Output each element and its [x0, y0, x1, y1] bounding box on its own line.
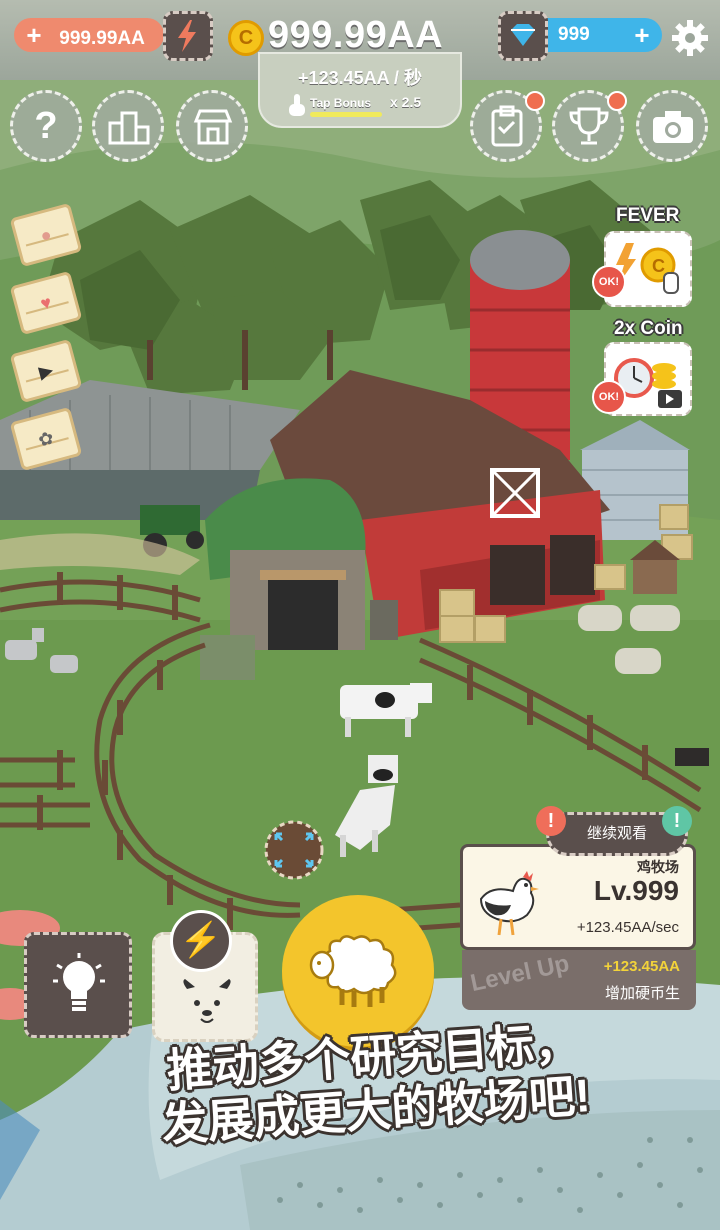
gem-box[interactable] — [498, 11, 548, 61]
gear-icon — [672, 20, 708, 56]
tap-sheep-button[interactable] — [282, 895, 434, 1047]
clipboard-icon — [491, 105, 523, 147]
tasks-notification-dot — [525, 91, 545, 111]
dog-face-icon — [183, 979, 231, 1023]
chicken-ranch-card[interactable]: 鸡牧场 Lv.999 +123.45AA/sec — [460, 844, 696, 950]
settings-button[interactable] — [668, 16, 712, 60]
level-up-watermark: Level Up — [468, 949, 572, 998]
gem-counter[interactable]: 999 + — [530, 18, 662, 52]
level-up-description: 增加硬币生 — [604, 985, 680, 1002]
research-button[interactable] — [24, 932, 132, 1038]
double-coin-title: 2x Coin — [614, 318, 683, 339]
camera-icon — [653, 111, 693, 143]
podium-icon — [108, 111, 150, 145]
paw-icon: ● — [38, 223, 54, 247]
chicken-icon — [479, 871, 539, 936]
income-rate: +123.45AA / 秒 — [298, 68, 422, 88]
energy-counter[interactable]: + 999.99AA — [14, 18, 164, 52]
ranking-button[interactable] — [92, 90, 164, 162]
tasks-button[interactable] — [470, 90, 545, 162]
fever-title: FEVER — [616, 205, 680, 226]
level-up-bonus: +123.45AA — [603, 958, 680, 975]
lightning-boost-icon[interactable]: ⚡ — [170, 910, 232, 972]
double-coin-ok-badge: OK! — [592, 380, 626, 414]
tap-bonus-progress — [310, 112, 382, 117]
add-gem-icon[interactable]: + — [632, 18, 652, 52]
coin-icon: C — [228, 20, 264, 56]
shop-icon — [193, 109, 233, 145]
trophy-icon — [569, 107, 609, 145]
heart-icon: ♥ — [38, 291, 54, 315]
alert-right-icon: ! — [662, 806, 692, 836]
tap-bonus-label: Tap Bonus — [310, 96, 372, 110]
gem-value: 999 — [558, 24, 590, 45]
tap-multiplier: x 2.5 — [390, 94, 422, 110]
add-energy-icon[interactable]: + — [24, 18, 44, 52]
fever-coin-icon: C — [616, 243, 679, 294]
video-icon: ▶ — [36, 359, 56, 383]
fever-ok-badge: OK! — [592, 265, 626, 299]
svg-text:C: C — [652, 256, 665, 276]
level-up-button[interactable]: Level Up +123.45AA 增加硬币生 — [462, 950, 696, 1010]
alert-left-icon: ! — [536, 806, 566, 836]
double-coin-bonus[interactable]: 2x Coin OK! — [592, 318, 700, 418]
sheep-small-icon: ✿ — [36, 427, 56, 451]
ranch-level: Lv.999 — [593, 875, 679, 906]
hand-tap-icon — [286, 92, 308, 123]
income-panel[interactable]: +123.45AA / 秒 Tap Bonus x 2.5 — [258, 52, 462, 128]
lightning-icon — [178, 20, 196, 52]
energy-box[interactable] — [163, 11, 213, 61]
trophy-button[interactable] — [552, 90, 627, 162]
diamond-icon — [511, 24, 535, 46]
fever-bonus[interactable]: FEVER C OK! — [592, 205, 700, 310]
camera-button[interactable] — [636, 90, 708, 162]
ranch-income: +123.45AA/sec — [576, 919, 679, 936]
ranch-name: 鸡牧场 — [637, 859, 679, 875]
trophy-notification-dot — [607, 91, 627, 111]
energy-value: 999.99AA — [59, 28, 145, 49]
question-icon: ? — [34, 105, 58, 147]
sheep-icon — [309, 935, 397, 1007]
help-button[interactable]: ? — [10, 90, 82, 162]
shop-button[interactable] — [176, 90, 248, 162]
coin-balance: 999.99AA — [268, 14, 444, 56]
lightbulb-icon — [53, 953, 105, 1011]
